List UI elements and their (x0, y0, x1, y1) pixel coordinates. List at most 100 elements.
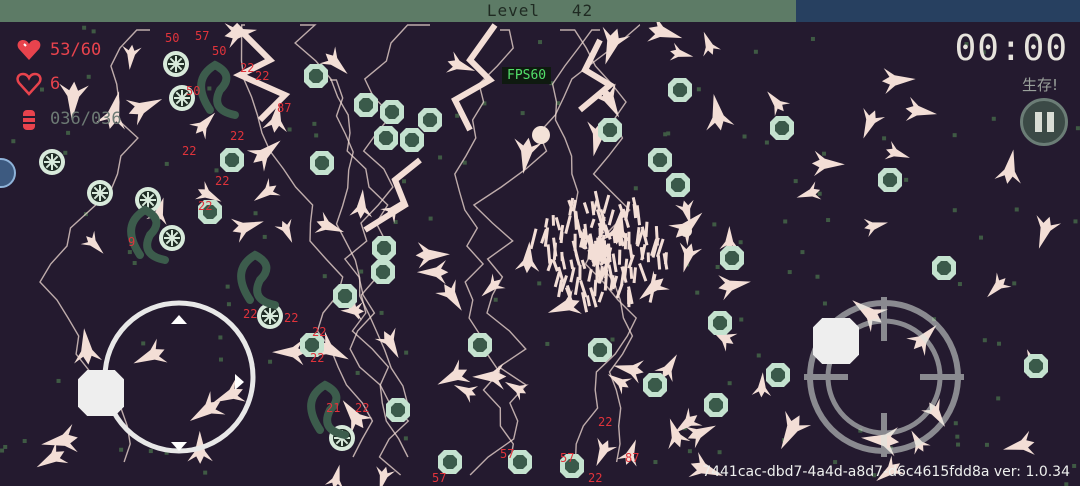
version-text: 7441cac-dbd7-4a4d-a8d7-d6c4615fdd8a ver:… (702, 464, 1070, 480)
blast-particle (629, 266, 634, 279)
ground-dot (793, 179, 798, 184)
enemy-blob (333, 284, 357, 308)
claw-projectile (639, 270, 670, 300)
damage-number: 22 (182, 144, 196, 158)
claw-projectile (703, 31, 721, 57)
blast-particle (573, 233, 577, 251)
ground-dot (982, 338, 987, 343)
claw-projectile (767, 91, 791, 117)
ground-dot (666, 131, 671, 136)
ground-dot (653, 460, 658, 465)
damage-number: 57 (500, 447, 514, 461)
lightning-bolt (451, 23, 498, 132)
damage-number: 57 (432, 471, 446, 485)
arrow-up-icon (171, 315, 187, 324)
ground-dot (984, 442, 989, 447)
ground-dot (822, 151, 827, 156)
level-value: 42 (571, 1, 594, 20)
enemy-blob (310, 151, 334, 175)
blast-particle (587, 268, 593, 282)
claw-projectile (669, 42, 694, 61)
ground-dot (1064, 482, 1069, 486)
ground-dot (455, 113, 460, 118)
claw-projectile (863, 218, 888, 237)
pause-button[interactable] (1020, 98, 1068, 146)
ammo-text: 036/036 (50, 109, 122, 129)
damage-number: 57 (195, 29, 209, 43)
shield-stat: 6 (16, 70, 60, 98)
enemy-blob (708, 311, 732, 335)
joystick-thumb[interactable] (78, 370, 124, 416)
blast-particle (589, 218, 596, 229)
shield-heart-icon (16, 72, 42, 96)
blast-particle (638, 263, 648, 282)
ground-dot (1075, 126, 1080, 131)
ground-dot (1073, 219, 1078, 224)
enemy-blob (598, 118, 622, 142)
damage-number: 21 (326, 401, 340, 415)
ground-dot (957, 282, 962, 287)
ground-dot (997, 341, 1002, 346)
ground-dot (314, 133, 319, 138)
movement-joystick[interactable] (98, 296, 260, 458)
damage-number: 22 (312, 325, 326, 339)
ground-dot (493, 297, 498, 302)
damage-number: 22 (310, 351, 324, 365)
claw-projectile (994, 149, 1021, 184)
ground-dot (312, 121, 317, 126)
ground-dot (696, 87, 701, 92)
ground-dot (287, 127, 292, 132)
ground-dot (225, 284, 230, 289)
ground-dot (815, 274, 820, 279)
claw-projectile (987, 272, 1012, 298)
ground-dot (695, 290, 700, 295)
ground-dot (1072, 463, 1077, 468)
ground-dot (810, 36, 815, 41)
ground-dot (402, 179, 407, 184)
ground-dot (0, 448, 5, 453)
damage-number: 22 (215, 174, 229, 188)
claw-projectile (863, 107, 886, 139)
ground-dot (355, 370, 360, 375)
ground-dot (979, 235, 984, 240)
objective-label: 生存! (1021, 76, 1058, 94)
claw-projectile (1003, 430, 1035, 455)
damage-number: 9 (128, 235, 135, 249)
lightning-bolt (240, 24, 374, 458)
ground-dot (1014, 207, 1019, 212)
enemy-blob (386, 398, 410, 422)
ground-dot (91, 29, 96, 34)
ground-dot (727, 381, 732, 386)
enemy-blob (878, 168, 902, 192)
blast-particle (582, 202, 590, 214)
blast-particle (554, 216, 562, 231)
claw-projectile (314, 211, 345, 233)
ground-dot (520, 111, 525, 116)
blast-particle (564, 215, 572, 235)
ground-dot (538, 40, 543, 45)
damage-number: 57 (560, 451, 574, 465)
wheel-enemy (87, 180, 113, 206)
aim-thumb[interactable] (813, 318, 859, 364)
claw-projectile (274, 218, 293, 243)
ground-dot (132, 261, 137, 266)
ground-dot (952, 133, 957, 138)
damage-number: 87 (625, 451, 639, 465)
claw-projectile (905, 96, 937, 122)
ground-dot (633, 186, 638, 191)
blast-particle (544, 218, 549, 228)
enemy-blob (932, 256, 956, 280)
blast-particle (597, 291, 605, 303)
damage-number: 22 (598, 415, 612, 429)
ground-dot (787, 270, 792, 275)
claw-projectile (253, 178, 281, 201)
blast-particle (602, 194, 611, 214)
blast-particle (560, 255, 567, 270)
ground-dot (322, 274, 327, 279)
enemy-blob (643, 373, 667, 397)
ground-dot (253, 211, 258, 216)
enemy-blob (371, 260, 395, 284)
enemy-blob (1024, 354, 1048, 378)
enemy-blob (372, 236, 396, 260)
ground-dot (438, 155, 443, 160)
